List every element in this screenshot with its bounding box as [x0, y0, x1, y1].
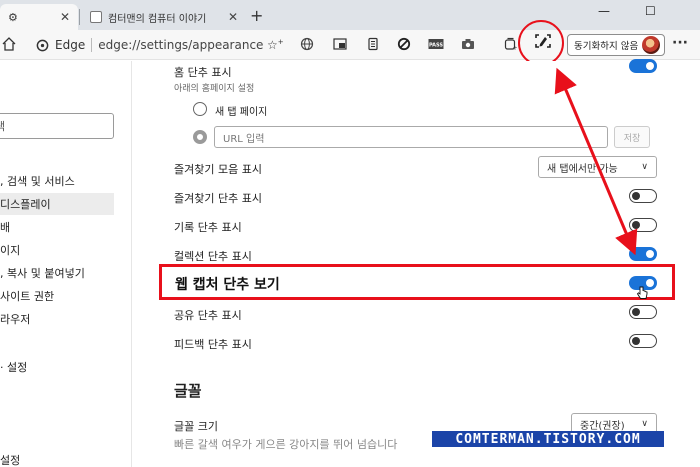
toggle-knob — [646, 250, 654, 258]
collections-icon[interactable]: + — [503, 37, 517, 51]
favorites-button-label: 즐겨찾기 단추 표시 — [174, 192, 262, 205]
picture-in-picture-icon[interactable] — [333, 37, 347, 51]
sidebar-item-language[interactable]: · 설정 — [0, 356, 114, 378]
sidebar-item-label: 배 — [0, 221, 11, 234]
search-field-text: 색 — [0, 120, 6, 133]
address-divider — [91, 38, 93, 52]
watermark: COMTERMAN.TISTORY.COM — [432, 431, 664, 447]
sidebar-item-label: 디스플레이 — [0, 198, 51, 211]
address-bar[interactable]: Edge edge://settings/appearance — [28, 33, 290, 57]
sidebar-item-share-copy-paste[interactable]: , 복사 및 붙여넣기 — [0, 262, 114, 284]
sidebar-item-label: , 검색 및 서비스 — [0, 175, 75, 188]
history-button-label: 기록 단추 표시 — [174, 221, 242, 234]
edge-logo-icon — [36, 39, 49, 51]
history-button-toggle[interactable] — [629, 218, 657, 232]
toggle-knob — [632, 308, 640, 316]
toggle-knob — [632, 337, 640, 345]
sync-status-label: 동기화하지 않음 — [574, 41, 639, 52]
page-favicon-icon — [90, 11, 102, 23]
home-url-input[interactable]: URL 입력 — [214, 126, 608, 148]
favorite-star-icon[interactable]: ☆+ — [267, 38, 284, 52]
globe-icon[interactable] — [300, 37, 314, 51]
sidebar-item-label: 이지 — [0, 244, 21, 257]
collections-button-label: 컬렉션 단추 표시 — [174, 250, 252, 263]
feedback-button-label: 피드백 단추 표시 — [174, 338, 252, 351]
dropdown-value: 새 탭에서만 가능 — [547, 163, 618, 175]
sidebar-item-label: 설정 — [0, 454, 21, 467]
avatar — [642, 36, 661, 54]
settings-sidebar: 색 , 검색 및 서비스 디스플레이 배 이지 , 복사 및 붙여넣기 사이트 … — [0, 61, 132, 467]
radio-new-tab-label: 새 탭 페이지 — [215, 107, 268, 118]
sidebar-item-newtab[interactable]: 이지 — [0, 239, 114, 261]
sidebar-item-startup[interactable]: 배 — [0, 216, 114, 238]
share-button-toggle[interactable] — [629, 305, 657, 319]
fonts-section-title: 글꼴 — [174, 382, 202, 400]
sidebar-item-appearance[interactable]: 디스플레이 — [0, 193, 114, 215]
toolbar: Edge edge://settings/appearance ☆+ PASS … — [0, 30, 700, 60]
toggle-knob — [632, 221, 640, 229]
share-button-label: 공유 단추 표시 — [174, 309, 242, 322]
tab-blog[interactable]: 컴터맨의 컴퓨터 이야기 ✕ — [82, 4, 246, 30]
minimize-button[interactable]: — — [598, 4, 610, 18]
svg-text:+: + — [513, 45, 518, 51]
chevron-down-icon: ∨ — [641, 419, 648, 429]
radio-new-tab-page[interactable] — [193, 102, 207, 116]
extension-menu-icon[interactable] — [366, 37, 380, 51]
block-icon[interactable] — [397, 37, 411, 51]
tab-label: 컴터맨의 컴퓨터 이야기 — [108, 13, 207, 25]
sidebar-item-label: 사이트 권한 — [0, 290, 55, 303]
close-tab-icon[interactable]: ✕ — [228, 10, 238, 24]
maximize-button[interactable]: ☐ — [645, 4, 656, 18]
favorites-bar-label: 즐겨찾기 모음 표시 — [174, 163, 262, 176]
toggle-knob — [632, 192, 640, 200]
address-url[interactable]: edge://settings/appearance — [98, 38, 263, 52]
radio-url[interactable] — [193, 130, 207, 144]
home-button-toggle[interactable] — [629, 59, 657, 73]
dropdown-value: 중간(권장) — [580, 420, 625, 432]
url-input-placeholder: URL 입력 — [223, 133, 265, 145]
home-button-label: 홈 단추 표시 — [174, 66, 232, 79]
close-tab-icon[interactable]: ✕ — [60, 10, 70, 24]
web-capture-button-label: 웹 캡처 단추 보기 — [175, 277, 280, 293]
collections-button-toggle[interactable] — [629, 247, 657, 261]
feedback-button-toggle[interactable] — [629, 334, 657, 348]
sidebar-item-privacy[interactable]: , 검색 및 서비스 — [0, 170, 114, 192]
profile-sync-button[interactable]: 동기화하지 않음 — [567, 34, 666, 56]
web-capture-icon[interactable] — [534, 32, 552, 50]
sidebar-item-reset[interactable]: 설정 — [0, 449, 114, 467]
home-button-sublabel: 아래의 홈페이지 설정 — [174, 84, 255, 94]
favorites-button-toggle[interactable] — [629, 189, 657, 203]
font-preview-text: 빠른 갈색 여우가 게으른 강아지를 뛰어 넘습니다 — [174, 438, 398, 451]
settings-search-input[interactable]: 색 — [0, 113, 114, 139]
tab-strip: ⚙ ✕ 컴터맨의 컴퓨터 이야기 ✕ + — ☐ — [0, 0, 700, 30]
new-tab-button[interactable]: + — [250, 6, 263, 25]
tab-settings[interactable]: ⚙ ✕ — [0, 4, 78, 30]
tab-separator — [79, 9, 80, 25]
home-icon[interactable] — [2, 36, 16, 52]
svg-text:PASS: PASS — [429, 43, 443, 49]
font-size-label: 글꼴 크기 — [174, 420, 218, 433]
password-icon[interactable]: PASS — [428, 37, 444, 51]
settings-tab-icon: ⚙ — [8, 10, 18, 24]
sidebar-item-label: , 복사 및 붙여넣기 — [0, 267, 85, 280]
sidebar-item-default-browser[interactable]: 라우저 — [0, 308, 114, 330]
save-button[interactable]: 저장 — [614, 126, 650, 148]
more-options-icon[interactable]: ··· — [672, 35, 688, 51]
hand-cursor-icon — [636, 286, 648, 299]
sidebar-item-label: 라우저 — [0, 313, 31, 326]
toggle-knob — [646, 62, 654, 70]
sidebar-item-downloads[interactable] — [0, 331, 114, 353]
sidebar-item-label: · 설정 — [0, 361, 28, 374]
sidebar-item-site-permissions[interactable]: 사이트 권한 — [0, 285, 114, 307]
camera-icon[interactable] — [461, 37, 475, 51]
chevron-down-icon: ∨ — [641, 162, 648, 172]
address-brand: Edge — [55, 38, 86, 52]
favorites-bar-dropdown[interactable]: 새 탭에서만 가능 ∨ — [538, 156, 657, 178]
